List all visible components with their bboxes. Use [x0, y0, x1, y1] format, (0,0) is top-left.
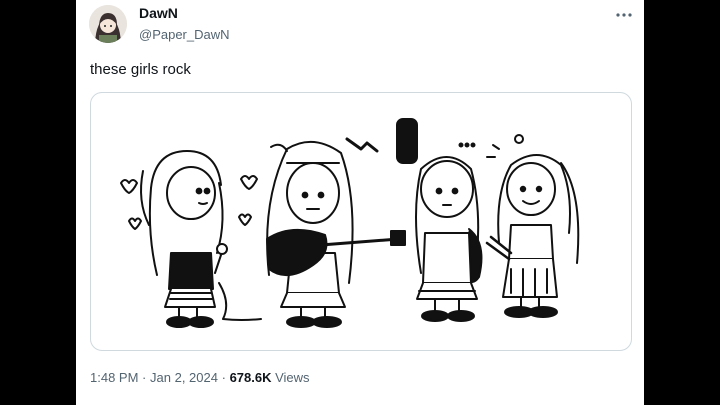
tweet-time[interactable]: 1:48 PM	[90, 370, 138, 385]
views-count[interactable]: 678.6K	[230, 370, 272, 385]
tweet-text: these girls rock	[90, 61, 191, 78]
meta-separator: ·	[221, 370, 226, 385]
tweet-date[interactable]: Jan 2, 2024	[150, 370, 218, 385]
author-avatar[interactable]	[89, 5, 127, 43]
tweet-meta: 1:48 PM · Jan 2, 2024 · 678.6K Views	[90, 370, 310, 385]
views-label: Views	[275, 370, 310, 385]
girl-drummer-figure	[485, 134, 580, 318]
girl-guitarist-figure	[266, 137, 406, 328]
more-options-button[interactable]	[612, 6, 636, 24]
tweet-media-image[interactable]	[90, 92, 632, 351]
user-handle[interactable]: @Paper_DawN	[139, 27, 230, 42]
meta-separator: ·	[142, 370, 147, 385]
tweet-card: DawN @Paper_DawN these girls rock 1:48 P…	[76, 0, 644, 405]
display-name[interactable]: DawN	[139, 5, 178, 21]
more-dots-icon	[616, 13, 632, 17]
girl-bassist-figure	[396, 118, 483, 322]
